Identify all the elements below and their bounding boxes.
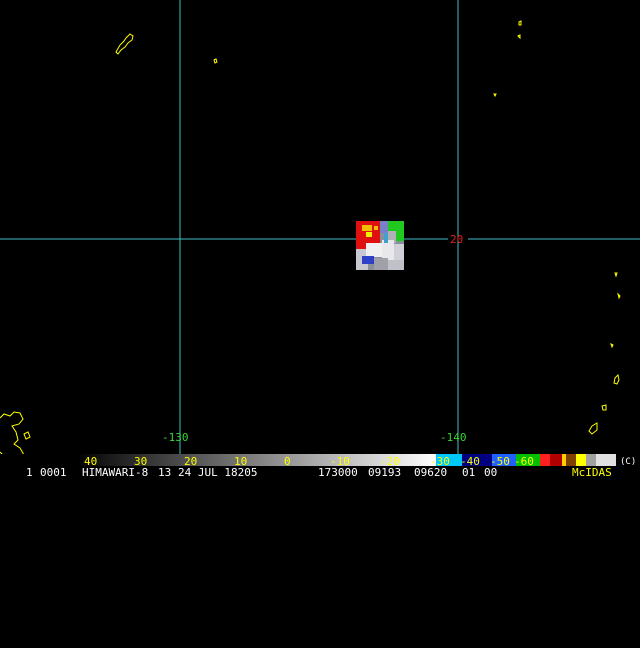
- image-date: 24 JUL 18205: [178, 466, 258, 479]
- island-small-4: [493, 93, 497, 98]
- island-small-3: [517, 34, 521, 40]
- image-line: 09193: [368, 466, 402, 479]
- island-northwest: [115, 33, 134, 55]
- longitude-label-130: -130: [162, 431, 189, 444]
- latitude-label-20: 20: [450, 233, 463, 246]
- map-canvas: -130 -140 20: [0, 0, 640, 467]
- philippines-islet: [23, 431, 31, 440]
- image-resolution: 01: [462, 466, 476, 479]
- island-small-1: [213, 58, 218, 64]
- frame-number: 1: [26, 466, 33, 479]
- image-info-line: 1 0001 HIMAWARI-8 13 24 JUL 18205 173000…: [0, 466, 640, 480]
- software-name: McIDAS: [572, 466, 612, 479]
- image-time: 173000: [318, 466, 358, 479]
- coastlines: [0, 20, 621, 467]
- island-small-2: [518, 20, 522, 26]
- island-chain-east-3: [610, 343, 614, 349]
- satellite-name: HIMAWARI-8: [82, 466, 149, 479]
- image-element: 09620: [414, 466, 448, 479]
- image-magnification: 00: [484, 466, 498, 479]
- longitude-label-140: -140: [440, 431, 467, 444]
- band-number: 13: [158, 466, 172, 479]
- island-chain-east-6: [588, 422, 598, 435]
- cloud-patch: [356, 221, 404, 270]
- satellite-image-viewport: -130 -140 20 40 30 20 10 0 -10 -20 -30 -…: [0, 0, 640, 480]
- island-chain-east-5: [601, 404, 607, 411]
- island-chain-east-1: [614, 272, 618, 278]
- sequence-number: 0001: [40, 466, 67, 479]
- island-chain-east-4: [613, 373, 620, 385]
- island-chain-east-2: [617, 292, 621, 300]
